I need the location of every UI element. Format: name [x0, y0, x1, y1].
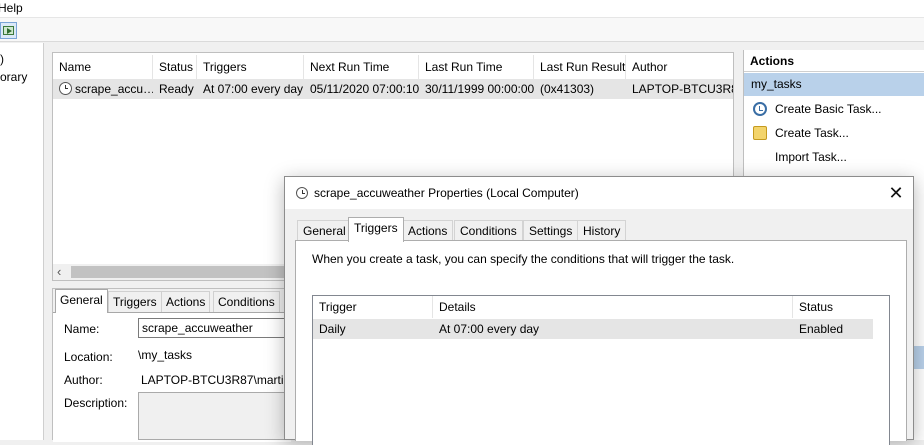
toolbar [0, 18, 924, 42]
task-name: scrape_accu… [75, 82, 153, 96]
triggers-description: When you create a task, you can specify … [312, 252, 735, 266]
description-field[interactable] [138, 392, 288, 440]
tab-triggers[interactable]: Triggers [348, 217, 404, 242]
selected-action-highlight [914, 346, 924, 369]
import-task-action[interactable]: Import Task... [744, 145, 924, 169]
column-status[interactable]: Status [793, 296, 889, 318]
create-task-label: Create Task... [775, 126, 849, 140]
name-field[interactable]: scrape_accuweather [138, 318, 288, 338]
task-status: Ready [159, 82, 194, 96]
triggers-tab-body: When you create a task, you can specify … [295, 240, 907, 445]
actions-group-my-tasks[interactable]: my_tasks [744, 73, 924, 96]
tab-triggers[interactable]: Triggers [108, 291, 162, 313]
tab-general[interactable]: General [297, 220, 352, 241]
create-task-action[interactable]: Create Task... [744, 121, 924, 145]
scroll-left-icon[interactable]: ‹ [57, 265, 61, 279]
trigger-details: At 07:00 every day [439, 322, 540, 336]
properties-dialog: scrape_accuweather Properties (Local Com… [284, 176, 914, 445]
task-triggers: At 07:00 every day [203, 82, 304, 96]
tab-actions[interactable]: Actions [402, 220, 454, 241]
column-triggers[interactable]: Triggers [197, 55, 304, 79]
import-task-label: Import Task... [775, 150, 847, 164]
task-list-header: Name Status Triggers Next Run Time Last … [53, 55, 733, 79]
column-last-run-time[interactable]: Last Run Time [419, 55, 534, 79]
column-name[interactable]: Name [53, 55, 153, 79]
tree-item-library[interactable]: orary [0, 69, 27, 85]
menu-help[interactable]: Help [0, 0, 23, 16]
triggers-table: Trigger Details Status Daily At 07:00 ev… [312, 295, 890, 445]
column-status[interactable]: Status [153, 55, 197, 79]
actions-title: Actions [744, 50, 924, 72]
close-icon[interactable]: ✕ [885, 183, 907, 203]
create-basic-task-label: Create Basic Task... [775, 102, 882, 116]
column-next-run-time[interactable]: Next Run Time [304, 55, 419, 79]
tab-conditions[interactable]: Conditions [213, 291, 280, 313]
menu-bar: Help [0, 0, 924, 18]
console-tree: ) orary [0, 43, 44, 440]
tab-general[interactable]: General [55, 289, 108, 313]
basic-task-icon [753, 102, 767, 116]
column-author[interactable]: Author [626, 55, 733, 79]
tab-settings[interactable]: Settings [523, 220, 579, 241]
tab-actions[interactable]: Actions [161, 291, 211, 313]
tab-conditions[interactable]: Conditions [454, 220, 523, 241]
tree-item-scheduler[interactable]: ) [0, 51, 4, 67]
column-details[interactable]: Details [433, 296, 793, 318]
column-last-run-result[interactable]: Last Run Result [534, 55, 626, 79]
create-basic-task-action[interactable]: Create Basic Task... [744, 97, 924, 121]
location-label: Location: [64, 350, 113, 364]
task-author: LAPTOP-BTCU3R87 [632, 82, 733, 96]
tab-history[interactable]: History [577, 220, 627, 241]
dialog-title-bar: scrape_accuweather Properties (Local Com… [285, 177, 913, 209]
trigger-type: Daily [319, 322, 346, 336]
author-value: LAPTOP-BTCU3R87\marti [141, 373, 284, 387]
description-label: Description: [64, 396, 128, 410]
create-task-icon [753, 126, 767, 140]
task-next-run: 05/11/2020 07:00:10 [310, 82, 419, 96]
table-row[interactable]: Daily At 07:00 every day Enabled [313, 319, 873, 339]
dialog-title: scrape_accuweather Properties (Local Com… [314, 186, 579, 200]
trigger-status: Enabled [799, 322, 844, 336]
task-last-run: 30/11/1999 00:00:00 [425, 82, 534, 96]
show-hide-console-tree-button[interactable] [0, 22, 17, 39]
author-label: Author: [64, 373, 103, 387]
clock-icon [296, 187, 308, 199]
table-row[interactable]: scrape_accu… Ready At 07:00 every day 05… [53, 79, 733, 99]
location-value: \my_tasks [138, 348, 193, 362]
column-trigger[interactable]: Trigger [313, 296, 433, 318]
name-label: Name: [64, 322, 100, 336]
task-last-result: (0x41303) [540, 82, 595, 96]
